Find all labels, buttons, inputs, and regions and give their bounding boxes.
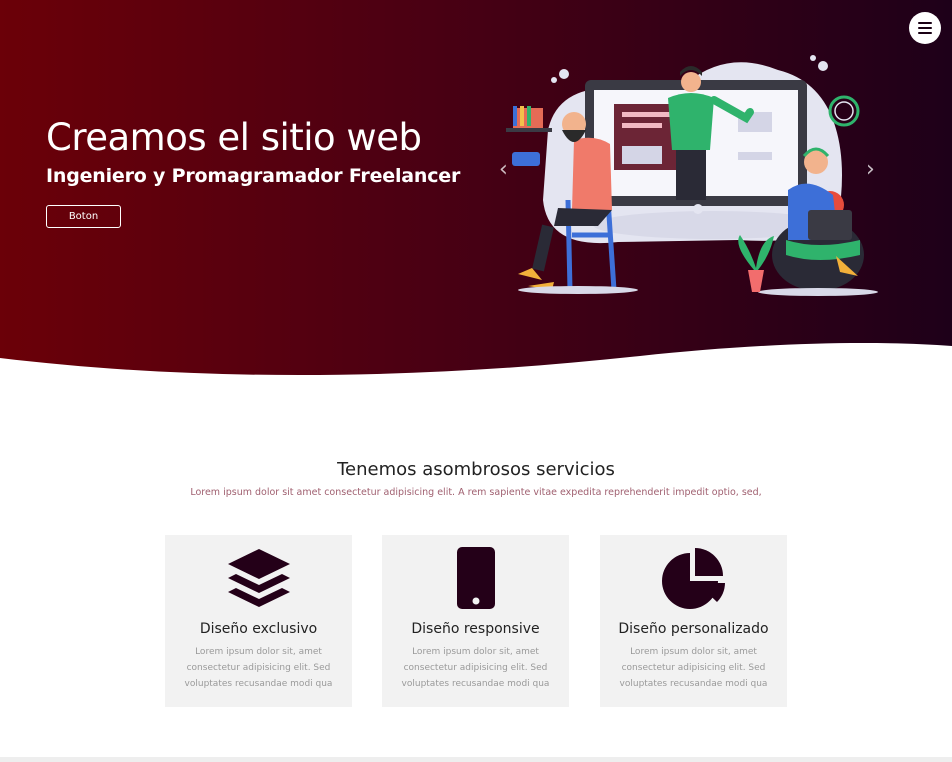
carousel-next-button[interactable]: › bbox=[866, 159, 875, 181]
mobile-phone-icon bbox=[456, 547, 495, 609]
services-title: Tenemos asombrosos servicios bbox=[337, 459, 615, 480]
hero-title: Creamos el sitio web bbox=[46, 116, 422, 159]
layers-icon bbox=[227, 549, 290, 607]
service-card-text: Lorem ipsum dolor sit, amet consectetur … bbox=[184, 647, 333, 689]
service-card-text: Lorem ipsum dolor sit, amet consectetur … bbox=[401, 647, 550, 689]
hero-wave-divider bbox=[0, 343, 952, 380]
carousel-prev-button[interactable]: ‹ bbox=[499, 159, 508, 181]
service-card-responsive: Diseño responsive Lorem ipsum dolor sit,… bbox=[382, 535, 569, 707]
hero-subtitle: Ingeniero y Promagramador Freelancer bbox=[46, 165, 461, 187]
footer-strip bbox=[0, 757, 952, 762]
service-card-title: Diseño responsive bbox=[411, 621, 540, 637]
hero-button[interactable]: Boton bbox=[46, 205, 121, 228]
menu-button[interactable] bbox=[909, 12, 941, 44]
service-card-title: Diseño personalizado bbox=[618, 621, 769, 637]
hamburger-menu-icon bbox=[918, 22, 932, 34]
service-card-title: Diseño exclusivo bbox=[199, 621, 318, 637]
hero-illustration: ? bbox=[506, 55, 878, 296]
hero-section: Creamos el sitio web Ingeniero y Promagr… bbox=[0, 0, 952, 380]
pie-chart-icon bbox=[661, 548, 725, 609]
service-card-exclusive: Diseño exclusivo Lorem ipsum dolor sit, … bbox=[165, 535, 352, 707]
service-card-custom: Diseño personalizado Lorem ipsum dolor s… bbox=[600, 535, 787, 707]
services-subtitle: Lorem ipsum dolor sit amet consectetur a… bbox=[190, 487, 762, 498]
service-card-text: Lorem ipsum dolor sit, amet consectetur … bbox=[619, 647, 768, 689]
